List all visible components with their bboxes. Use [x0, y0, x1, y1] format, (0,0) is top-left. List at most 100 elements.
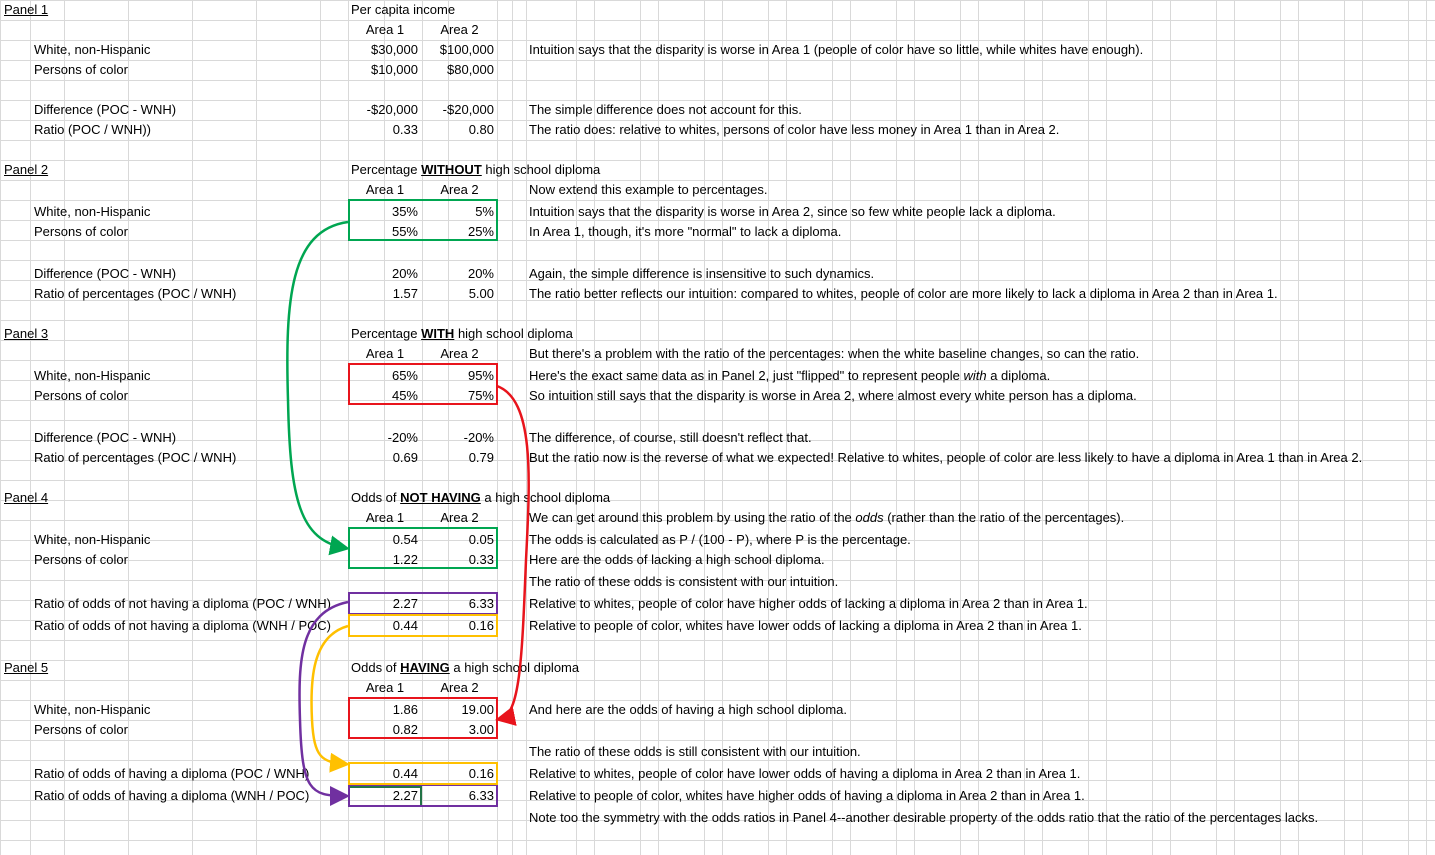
panel-2-title[interactable]: Percentage WITHOUT high school diploma: [351, 160, 600, 180]
panel-5-wnh-note[interactable]: And here are the odds of having a high s…: [529, 700, 847, 720]
panel-5-ratio-poc-wnh-area1[interactable]: 0.44: [348, 764, 418, 784]
panel-4-row-wnh-label[interactable]: White, non-Hispanic: [34, 530, 150, 550]
panel-1-row-poc-label[interactable]: Persons of color: [34, 60, 128, 80]
panel-5-row-wnh-label[interactable]: White, non-Hispanic: [34, 700, 150, 720]
panel-4-row-poc-label[interactable]: Persons of color: [34, 550, 128, 570]
panel-4-ratio-wnh-poc-area2[interactable]: 0.16: [422, 616, 494, 636]
panel-3-title[interactable]: Percentage WITH high school diploma: [351, 324, 573, 344]
panel-2-area2-header[interactable]: Area 2: [422, 180, 497, 200]
panel-1-area2-header[interactable]: Area 2: [422, 20, 497, 40]
panel-4-wnh-note[interactable]: The odds is calculated as P / (100 - P),…: [529, 530, 911, 550]
panel-3-poc-note[interactable]: So intuition still says that the dispari…: [529, 386, 1137, 406]
panel-4-ratio-poc-wnh-area2[interactable]: 6.33: [422, 594, 494, 614]
panel-3-ratio-area1[interactable]: 0.69: [348, 448, 418, 468]
panel-5-poc-area1[interactable]: 0.82: [348, 720, 418, 740]
panel-5-ratio-wnh-poc-area2[interactable]: 6.33: [422, 786, 494, 806]
panel-2-wnh-note[interactable]: Intuition says that the disparity is wor…: [529, 202, 1056, 222]
panel-1-ratio-note[interactable]: The ratio does: relative to whites, pers…: [529, 120, 1059, 140]
panel-2-poc-area1[interactable]: 55%: [348, 222, 418, 242]
panel-4-row-ratio-poc-wnh-label[interactable]: Ratio of odds of not having a diploma (P…: [34, 594, 331, 614]
panel-2-poc-note[interactable]: In Area 1, though, it's more "normal" to…: [529, 222, 841, 242]
panel-5-wnh-area1[interactable]: 1.86: [348, 700, 418, 720]
panel-5-ratio-poc-wnh-note[interactable]: Relative to whites, people of color have…: [529, 764, 1080, 784]
panel-1-poc-area1[interactable]: $10,000: [348, 60, 418, 80]
panel-3-diff-area1[interactable]: -20%: [348, 428, 418, 448]
panel-1-wnh-area1[interactable]: $30,000: [348, 40, 418, 60]
panel-5-wnh-area2[interactable]: 19.00: [422, 700, 494, 720]
panel-3-diff-area2[interactable]: -20%: [422, 428, 494, 448]
panel-5-ratio-wnh-poc-note[interactable]: Relative to people of color, whites have…: [529, 786, 1085, 806]
panel-1-wnh-note[interactable]: Intuition says that the disparity is wor…: [529, 40, 1143, 60]
panel-2-diff-area1[interactable]: 20%: [348, 264, 418, 284]
panel-4-area1-header[interactable]: Area 1: [348, 508, 422, 528]
panel-3-area1-header[interactable]: Area 1: [348, 344, 422, 364]
panel-4-ratio-wnh-poc-note[interactable]: Relative to people of color, whites have…: [529, 616, 1082, 636]
panel-3-row-ratio-label[interactable]: Ratio of percentages (POC / WNH): [34, 448, 236, 468]
panel-3-wnh-area1[interactable]: 65%: [348, 366, 418, 386]
panel-1-label[interactable]: Panel 1: [4, 0, 48, 20]
panel-2-row-poc-label[interactable]: Persons of color: [34, 222, 128, 242]
panel-2-wnh-area1[interactable]: 35%: [348, 202, 418, 222]
panel-4-poc-note[interactable]: Here are the odds of lacking a high scho…: [529, 550, 825, 570]
panel-4-header-note[interactable]: We can get around this problem by using …: [529, 508, 1124, 528]
panel-3-wnh-area2[interactable]: 95%: [422, 366, 494, 386]
panel-3-poc-area2[interactable]: 75%: [422, 386, 494, 406]
panel-1-diff-area2[interactable]: -$20,000: [422, 100, 494, 120]
panel-2-ratio-note[interactable]: The ratio better reflects our intuition:…: [529, 284, 1278, 304]
panel-2-row-wnh-label[interactable]: White, non-Hispanic: [34, 202, 150, 222]
panel-4-ratio-poc-wnh-area1[interactable]: 2.27: [348, 594, 418, 614]
panel-2-poc-area2[interactable]: 25%: [422, 222, 494, 242]
panel-4-ratio-wnh-poc-area1[interactable]: 0.44: [348, 616, 418, 636]
panel-4-ratio-poc-wnh-note[interactable]: Relative to whites, people of color have…: [529, 594, 1088, 614]
panel-1-diff-area1[interactable]: -$20,000: [348, 100, 418, 120]
panel-3-label[interactable]: Panel 3: [4, 324, 48, 344]
panel-2-ratio-area2[interactable]: 5.00: [422, 284, 494, 304]
panel-3-header-note[interactable]: But there's a problem with the ratio of …: [529, 344, 1139, 364]
panel-2-ratio-area1[interactable]: 1.57: [348, 284, 418, 304]
panel-5-area2-header[interactable]: Area 2: [422, 678, 497, 698]
panel-4-title[interactable]: Odds of NOT HAVING a high school diploma: [351, 488, 610, 508]
panel-2-area1-header[interactable]: Area 1: [348, 180, 422, 200]
panel-1-poc-area2[interactable]: $80,000: [422, 60, 494, 80]
panel-3-row-poc-label[interactable]: Persons of color: [34, 386, 128, 406]
panel-5-gap-note[interactable]: The ratio of these odds is still consist…: [529, 742, 861, 762]
panel-3-diff-note[interactable]: The difference, of course, still doesn't…: [529, 428, 812, 448]
panel-5-area1-header[interactable]: Area 1: [348, 678, 422, 698]
panel-1-ratio-area1[interactable]: 0.33: [348, 120, 418, 140]
panel-3-ratio-area2[interactable]: 0.79: [422, 448, 494, 468]
panel-4-wnh-area1[interactable]: 0.54: [348, 530, 418, 550]
panel-3-row-wnh-label[interactable]: White, non-Hispanic: [34, 366, 150, 386]
panel-4-label[interactable]: Panel 4: [4, 488, 48, 508]
panel-5-row-ratio-wnh-poc-label[interactable]: Ratio of odds of having a diploma (WNH /…: [34, 786, 309, 806]
panel-3-area2-header[interactable]: Area 2: [422, 344, 497, 364]
panel-2-row-diff-label[interactable]: Difference (POC - WNH): [34, 264, 176, 284]
panel-1-wnh-area2[interactable]: $100,000: [422, 40, 494, 60]
panel-3-wnh-note[interactable]: Here's the exact same data as in Panel 2…: [529, 366, 1050, 386]
panel-2-header-note[interactable]: Now extend this example to percentages.: [529, 180, 767, 200]
panel-3-ratio-note[interactable]: But the ratio now is the reverse of what…: [529, 448, 1362, 468]
panel-1-title[interactable]: Per capita income: [351, 0, 455, 20]
panel-5-title[interactable]: Odds of HAVING a high school diploma: [351, 658, 579, 678]
panel-4-poc-area2[interactable]: 0.33: [422, 550, 494, 570]
panel-3-poc-area1[interactable]: 45%: [348, 386, 418, 406]
panel-5-row-ratio-poc-wnh-label[interactable]: Ratio of odds of having a diploma (POC /…: [34, 764, 309, 784]
panel-5-poc-area2[interactable]: 3.00: [422, 720, 494, 740]
panel-3-row-diff-label[interactable]: Difference (POC - WNH): [34, 428, 176, 448]
panel-5-ratio-wnh-poc-area1[interactable]: 2.27: [348, 786, 418, 806]
panel-5-ratio-poc-wnh-area2[interactable]: 0.16: [422, 764, 494, 784]
panel-1-row-diff-label[interactable]: Difference (POC - WNH): [34, 100, 176, 120]
panel-1-diff-note[interactable]: The simple difference does not account f…: [529, 100, 802, 120]
panel-5-final-note[interactable]: Note too the symmetry with the odds rati…: [529, 808, 1318, 828]
panel-4-row-ratio-wnh-poc-label[interactable]: Ratio of odds of not having a diploma (W…: [34, 616, 331, 636]
panel-1-row-ratio-label[interactable]: Ratio (POC / WNH)): [34, 120, 151, 140]
panel-1-ratio-area2[interactable]: 0.80: [422, 120, 494, 140]
panel-4-gap-note[interactable]: The ratio of these odds is consistent wi…: [529, 572, 838, 592]
panel-4-wnh-area2[interactable]: 0.05: [422, 530, 494, 550]
panel-2-label[interactable]: Panel 2: [4, 160, 48, 180]
panel-1-area1-header[interactable]: Area 1: [348, 20, 422, 40]
panel-2-diff-area2[interactable]: 20%: [422, 264, 494, 284]
panel-5-label[interactable]: Panel 5: [4, 658, 48, 678]
panel-2-diff-note[interactable]: Again, the simple difference is insensit…: [529, 264, 874, 284]
panel-4-poc-area1[interactable]: 1.22: [348, 550, 418, 570]
panel-5-row-poc-label[interactable]: Persons of color: [34, 720, 128, 740]
